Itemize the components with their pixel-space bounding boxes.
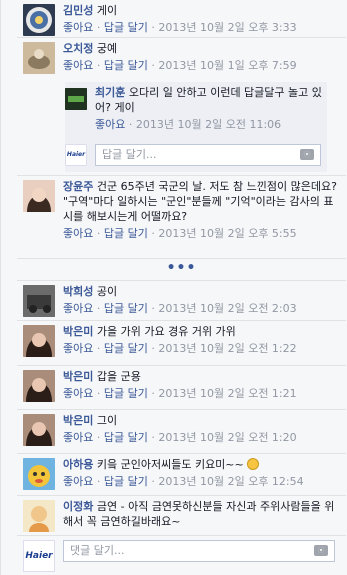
comment-input[interactable]: 댓글 달기... — [63, 540, 335, 562]
reply-link[interactable]: 답글 달기 — [104, 387, 148, 400]
comment-author[interactable]: 이정화 — [63, 500, 93, 513]
comment-author[interactable]: 박은미 — [63, 414, 93, 427]
avatar[interactable] — [23, 458, 55, 490]
separator: · — [96, 59, 101, 72]
like-link[interactable]: 좋아요 — [95, 118, 125, 131]
page-avatar: Haier — [65, 144, 87, 166]
comment-author[interactable]: 오치정 — [63, 42, 93, 55]
comment-text: 금연 - 아직 금연못하신분들 자신과 주위사람들을 위해서 꼭 금연하길바래요… — [63, 500, 335, 528]
view-more-comments-link[interactable]: ••• — [17, 259, 346, 281]
comment-timestamp[interactable]: 2013년 10월 2일 오전 1:21 — [158, 387, 296, 400]
reply-link[interactable]: 답글 달기 — [104, 59, 148, 72]
separator: · — [151, 431, 155, 444]
comments-panel: 김민성 게이 좋아요 · 답글 달기 · 2013년 10월 2일 오후 3:3… — [0, 0, 347, 575]
comment-item: 박희성 공이 좋아요 · 답글 달기 · 2013년 10월 2일 오전 2:0… — [17, 281, 346, 321]
comment-timestamp[interactable]: 2013년 10월 2일 오전 1:22 — [158, 342, 296, 355]
reply-input-placeholder: 답글 달기... — [102, 148, 157, 161]
comment-text: 게이 — [96, 4, 118, 17]
separator: · — [151, 475, 155, 488]
camera-icon[interactable] — [300, 149, 314, 160]
comment-author[interactable]: 아하용 — [63, 458, 93, 471]
separator: · — [96, 227, 101, 240]
reply-link[interactable]: 답글 달기 — [104, 21, 148, 34]
comment-author[interactable]: 김민성 — [63, 4, 93, 17]
separator: · — [96, 342, 101, 355]
comment-timestamp[interactable]: 2013년 10월 2일 오전 1:20 — [158, 431, 296, 444]
like-link[interactable]: 좋아요 — [63, 387, 93, 400]
comment-item: 아하용 키읔 군인아저씨들도 키요미~~ 좋아요 · 답글 달기 · 2013년… — [17, 454, 346, 496]
like-link[interactable]: 좋아요 — [63, 227, 93, 240]
comment-author[interactable]: 박은미 — [63, 325, 93, 338]
separator: · — [96, 475, 101, 488]
reply-link[interactable]: 답글 달기 — [104, 475, 148, 488]
page-avatar: Haier — [23, 540, 55, 572]
like-link[interactable]: 좋아요 — [63, 475, 93, 488]
separator: · — [151, 302, 155, 315]
avatar[interactable] — [23, 414, 55, 446]
comment-timestamp[interactable]: 2013년 10월 2일 오후 3:33 — [158, 21, 296, 34]
comment-author[interactable]: 박은미 — [63, 370, 93, 383]
separator: · — [96, 302, 101, 315]
comment-text: 건군 65주년 국군의 날. 저도 참 느낀점이 많은데요? "구역"마다 일하… — [63, 180, 337, 223]
comment-timestamp[interactable]: 2013년 10월 2일 오후 5:55 — [158, 227, 296, 240]
avatar[interactable] — [65, 88, 87, 110]
separator: · — [96, 387, 101, 400]
reply-link[interactable]: 답글 달기 — [104, 227, 148, 240]
avatar[interactable] — [23, 500, 55, 532]
like-link[interactable]: 좋아요 — [63, 59, 93, 72]
avatar[interactable] — [23, 42, 55, 74]
avatar[interactable] — [23, 180, 55, 212]
separator: · — [128, 118, 133, 131]
comment-text: 궁예 — [96, 42, 118, 55]
comment-item: 박은미 갑을 군용 좋아요 · 답글 달기 · 2013년 10월 2일 오전 … — [17, 366, 346, 410]
comment-text: 그이 — [96, 414, 118, 427]
reply-link[interactable]: 답글 달기 — [104, 342, 148, 355]
like-link[interactable]: 좋아요 — [63, 302, 93, 315]
comment-author[interactable]: 박희성 — [63, 285, 93, 298]
comment-item: 박은미 그이 좋아요 · 답글 달기 · 2013년 10월 2일 오전 1:2… — [17, 410, 346, 454]
comment-item: 박은미 가을 가위 가요 경유 거위 가위 좋아요 · 답글 달기 · 2013… — [17, 321, 346, 366]
comment-timestamp[interactable]: 2013년 10월 1일 오후 7:59 — [158, 59, 296, 72]
comment-item: 이정화 금연 - 아직 금연못하신분들 자신과 주위사람들을 위해서 꼭 금연하… — [17, 496, 346, 536]
comment-input-placeholder: 댓글 달기... — [70, 544, 125, 557]
comment-text: 가을 가위 가요 경유 거위 가위 — [96, 325, 236, 338]
separator: · — [96, 431, 101, 444]
smile-emoji-icon — [247, 458, 260, 470]
reply-input[interactable]: 답글 달기... — [95, 144, 321, 166]
avatar[interactable] — [23, 4, 55, 36]
reply-text: 오다리 일 안하고 이런데 답글달구 놀고 있어? 게이 — [95, 86, 322, 114]
like-link[interactable]: 좋아요 — [63, 342, 93, 355]
avatar[interactable] — [23, 285, 55, 317]
separator: · — [151, 59, 155, 72]
comment-item: 장윤주 건군 65주년 국군의 날. 저도 참 느낀점이 많은데요? "구역"마… — [17, 176, 346, 259]
comment-text: 공이 — [96, 285, 118, 298]
reply-thread: 최기훈 오다리 일 안하고 이런데 답글달구 놀고 있어? 게이 좋아요 · 2… — [65, 82, 327, 172]
reply-author[interactable]: 최기훈 — [95, 86, 125, 99]
camera-icon[interactable] — [314, 545, 328, 556]
like-link[interactable]: 좋아요 — [63, 21, 93, 34]
comment-timestamp[interactable]: 2013년 10월 2일 오전 2:03 — [158, 302, 296, 315]
separator: · — [96, 21, 101, 34]
reply-link[interactable]: 답글 달기 — [104, 431, 148, 444]
separator: · — [151, 387, 155, 400]
comment-author[interactable]: 장윤주 — [63, 180, 93, 193]
like-link[interactable]: 좋아요 — [63, 431, 93, 444]
avatar[interactable] — [23, 370, 55, 402]
comment-timestamp[interactable]: 2013년 10월 2일 오후 12:54 — [158, 475, 303, 488]
separator: · — [151, 342, 155, 355]
comment-text: 키읔 군인아저씨들도 키요미~~ — [96, 458, 244, 471]
reply-link[interactable]: 답글 달기 — [104, 302, 148, 315]
separator: · — [151, 21, 155, 34]
comment-item: 김민성 게이 좋아요 · 답글 달기 · 2013년 10월 2일 오후 3:3… — [17, 0, 346, 38]
reply-timestamp[interactable]: 2013년 10월 2일 오전 11:06 — [136, 118, 281, 131]
comment-text: 갑을 군용 — [96, 370, 141, 383]
avatar[interactable] — [23, 325, 55, 357]
separator: · — [151, 227, 155, 240]
